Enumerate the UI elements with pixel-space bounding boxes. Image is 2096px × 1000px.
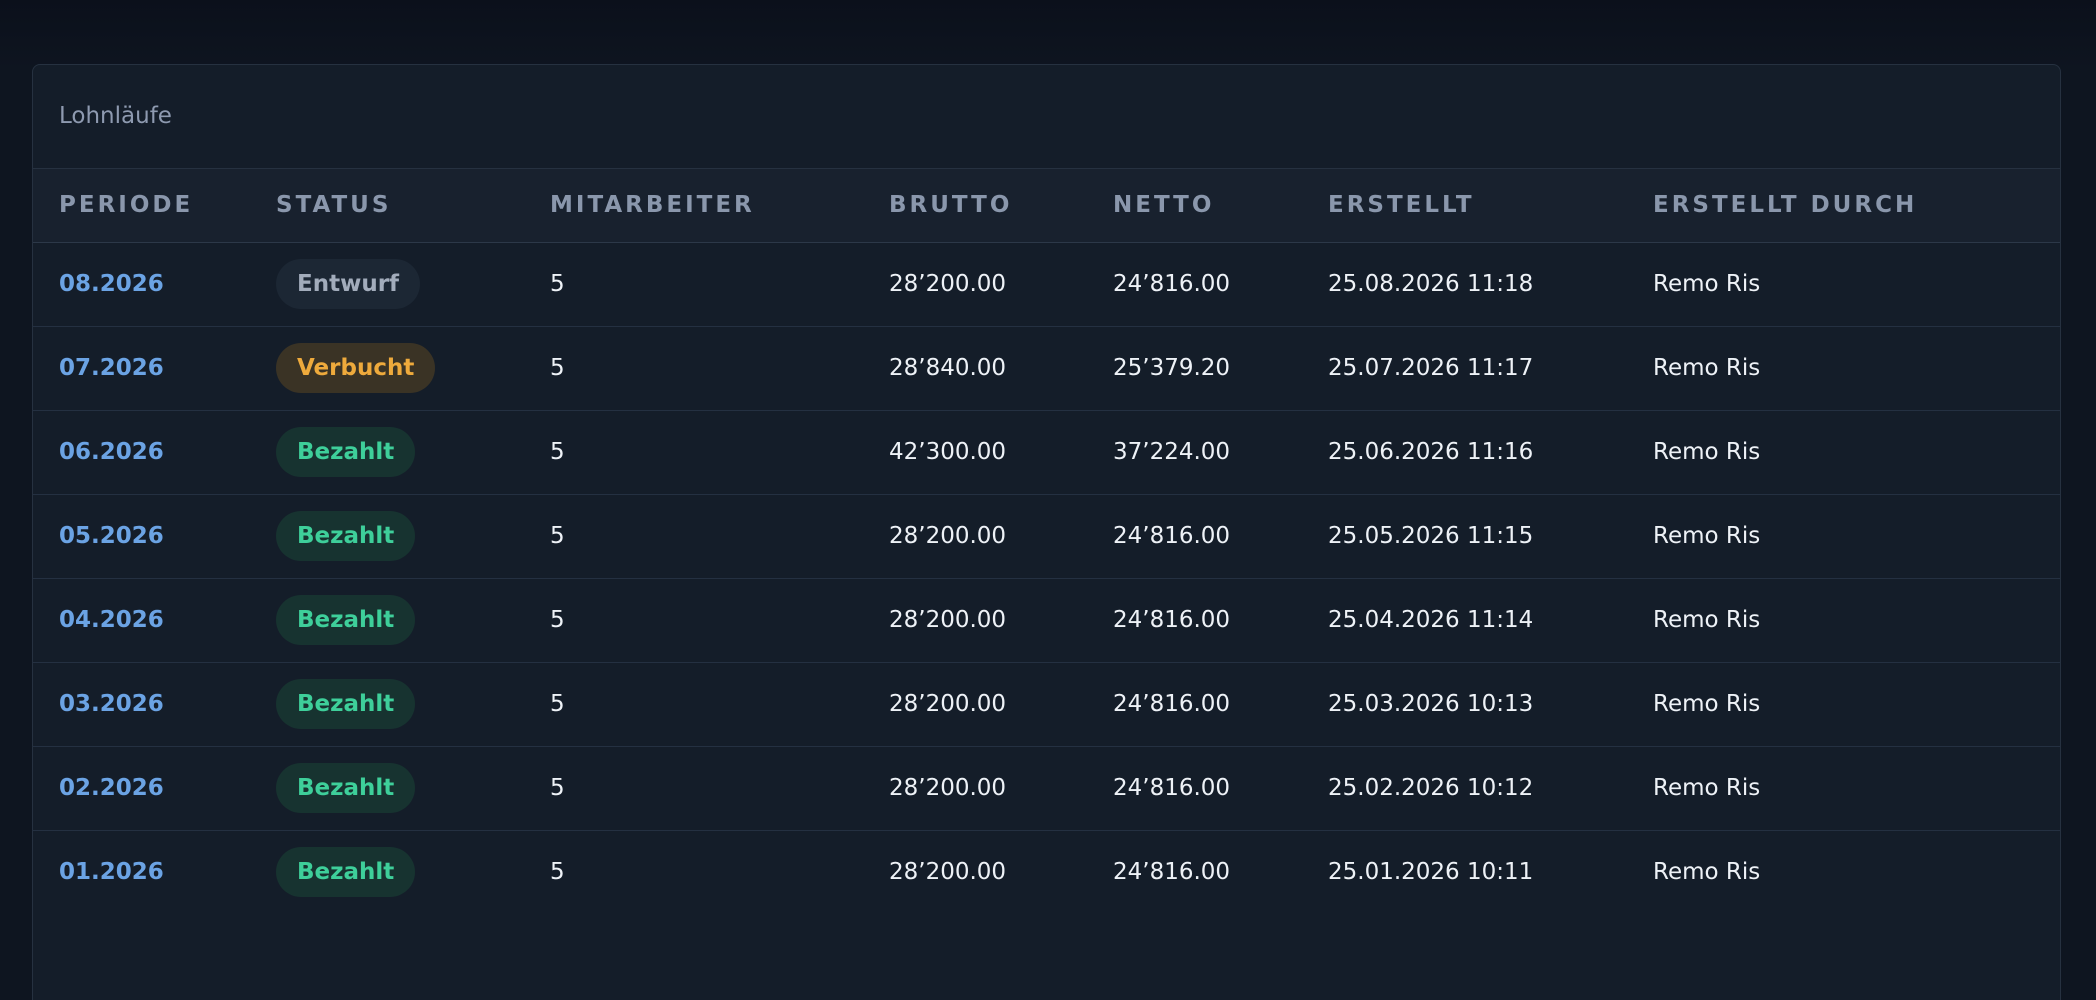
status-cell: Verbucht — [276, 326, 550, 410]
table-body: 08.2026 Entwurf 5 28’200.00 24’816.00 25… — [33, 242, 2060, 914]
status-cell: Entwurf — [276, 242, 550, 326]
net-cell: 24’816.00 — [1113, 775, 1231, 801]
column-header-gross[interactable]: BRUTTO — [889, 169, 1113, 242]
created-cell: 25.01.2026 10:11 — [1328, 859, 1534, 886]
status-cell: Bezahlt — [276, 578, 550, 662]
created-by-cell: Remo Ris — [1653, 775, 1761, 801]
table-header-row: PERIODE STATUS MITARBEITER BRUTTO NETTO … — [33, 169, 2060, 242]
created-by-cell: Remo Ris — [1653, 859, 1761, 886]
status-badge: Bezahlt — [276, 595, 416, 645]
table-row[interactable]: 01.2026 Bezahlt 5 28’200.00 24’816.00 25… — [33, 830, 2060, 914]
created-by-cell: Remo Ris — [1653, 691, 1761, 717]
gross-cell: 28’840.00 — [889, 355, 1007, 381]
net-cell: 37’224.00 — [1113, 439, 1231, 465]
period-link[interactable]: 08.2026 — [33, 242, 276, 326]
table-row[interactable]: 07.2026 Verbucht 5 28’840.00 25’379.20 2… — [33, 326, 2060, 410]
status-badge: Verbucht — [276, 343, 436, 393]
card-title: Lohnläufe — [33, 65, 2060, 169]
employees-cell: 5 — [550, 607, 565, 633]
net-cell: 24’816.00 — [1113, 691, 1231, 717]
gross-cell: 28’200.00 — [889, 607, 1007, 633]
column-header-status[interactable]: STATUS — [276, 169, 550, 242]
created-cell: 25.02.2026 10:12 — [1328, 775, 1534, 801]
period-link[interactable]: 04.2026 — [33, 578, 276, 662]
column-header-created-by[interactable]: ERSTELLT DURCH — [1653, 169, 2060, 242]
created-by-cell: Remo Ris — [1653, 607, 1761, 633]
gross-cell: 28’200.00 — [889, 523, 1007, 549]
table-row[interactable]: 08.2026 Entwurf 5 28’200.00 24’816.00 25… — [33, 242, 2060, 326]
gross-cell: 28’200.00 — [889, 859, 1007, 886]
status-badge: Bezahlt — [276, 511, 416, 561]
net-cell: 24’816.00 — [1113, 271, 1231, 297]
status-cell: Bezahlt — [276, 410, 550, 494]
period-link[interactable]: 07.2026 — [33, 326, 276, 410]
table-row[interactable]: 02.2026 Bezahlt 5 28’200.00 24’816.00 25… — [33, 746, 2060, 830]
created-by-cell: Remo Ris — [1653, 355, 1761, 381]
created-cell: 25.08.2026 11:18 — [1328, 271, 1534, 297]
employees-cell: 5 — [550, 523, 565, 549]
employees-cell: 5 — [550, 859, 565, 886]
period-link[interactable]: 06.2026 — [33, 410, 276, 494]
status-badge: Bezahlt — [276, 847, 416, 898]
created-by-cell: Remo Ris — [1653, 271, 1761, 297]
gross-cell: 42’300.00 — [889, 439, 1007, 465]
employees-cell: 5 — [550, 775, 565, 801]
net-cell: 24’816.00 — [1113, 607, 1231, 633]
gross-cell: 28’200.00 — [889, 691, 1007, 717]
status-badge: Bezahlt — [276, 763, 416, 813]
table-header: PERIODE STATUS MITARBEITER BRUTTO NETTO … — [33, 169, 2060, 242]
column-header-created[interactable]: ERSTELLT — [1328, 169, 1653, 242]
net-cell: 24’816.00 — [1113, 859, 1231, 886]
payroll-runs-card: Lohnläufe PERIODE STATUS MITARBEITER BRU… — [32, 64, 2061, 1000]
status-badge: Bezahlt — [276, 679, 416, 729]
created-cell: 25.05.2026 11:15 — [1328, 523, 1534, 549]
net-cell: 24’816.00 — [1113, 523, 1231, 549]
table-row[interactable]: 03.2026 Bezahlt 5 28’200.00 24’816.00 25… — [33, 662, 2060, 746]
gross-cell: 28’200.00 — [889, 775, 1007, 801]
status-cell: Bezahlt — [276, 830, 550, 914]
table-row[interactable]: 04.2026 Bezahlt 5 28’200.00 24’816.00 25… — [33, 578, 2060, 662]
created-cell: 25.04.2026 11:14 — [1328, 607, 1534, 633]
employees-cell: 5 — [550, 691, 565, 717]
column-header-net[interactable]: NETTO — [1113, 169, 1328, 242]
period-link[interactable]: 02.2026 — [33, 746, 276, 830]
status-cell: Bezahlt — [276, 746, 550, 830]
table-row[interactable]: 06.2026 Bezahlt 5 42’300.00 37’224.00 25… — [33, 410, 2060, 494]
employees-cell: 5 — [550, 439, 565, 465]
created-cell: 25.06.2026 11:16 — [1328, 439, 1534, 465]
gross-cell: 28’200.00 — [889, 271, 1007, 297]
period-link[interactable]: 01.2026 — [33, 830, 276, 914]
created-by-cell: Remo Ris — [1653, 439, 1761, 465]
table-row[interactable]: 05.2026 Bezahlt 5 28’200.00 24’816.00 25… — [33, 494, 2060, 578]
net-cell: 25’379.20 — [1113, 355, 1231, 381]
status-badge: Entwurf — [276, 259, 421, 309]
status-cell: Bezahlt — [276, 494, 550, 578]
status-cell: Bezahlt — [276, 662, 550, 746]
status-badge: Bezahlt — [276, 427, 416, 477]
page: Lohnläufe PERIODE STATUS MITARBEITER BRU… — [0, 0, 2096, 1000]
column-header-period[interactable]: PERIODE — [33, 169, 276, 242]
employees-cell: 5 — [550, 271, 565, 297]
period-link[interactable]: 03.2026 — [33, 662, 276, 746]
payroll-runs-table: PERIODE STATUS MITARBEITER BRUTTO NETTO … — [33, 169, 2060, 914]
period-link[interactable]: 05.2026 — [33, 494, 276, 578]
created-cell: 25.07.2026 11:17 — [1328, 355, 1534, 381]
column-header-employees[interactable]: MITARBEITER — [550, 169, 889, 242]
created-by-cell: Remo Ris — [1653, 523, 1761, 549]
employees-cell: 5 — [550, 355, 565, 381]
created-cell: 25.03.2026 10:13 — [1328, 691, 1534, 717]
